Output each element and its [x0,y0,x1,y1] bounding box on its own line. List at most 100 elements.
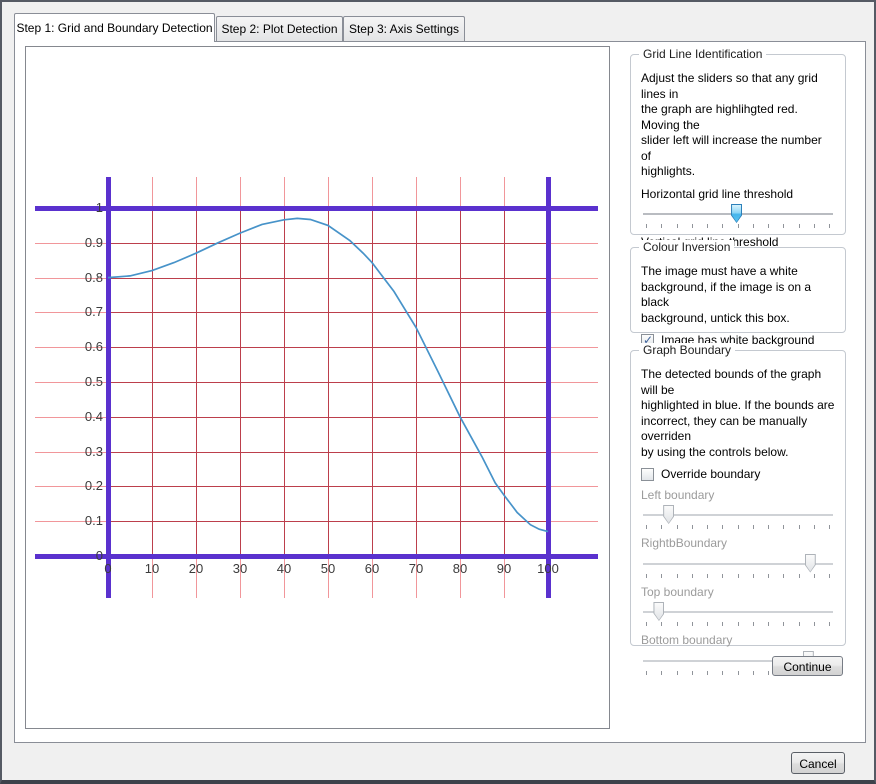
group-title: Colour Inversion [639,240,734,254]
x-axis-tick-label: 70 [399,561,433,576]
slider-tick [646,671,647,675]
slider-tick [661,671,662,675]
plot-curve [26,47,610,729]
y-axis-tick-label: 0.5 [63,374,103,389]
slider-tick [722,574,723,578]
slider-tick [738,525,739,529]
cancel-button[interactable]: Cancel [791,752,845,774]
slider-tick [738,671,739,675]
slider-thumb-face [806,555,815,572]
y-axis-tick-label: 0.3 [63,444,103,459]
slider-track [641,505,835,525]
detected-boundary-horizontal [35,554,598,559]
slider-tick [829,525,830,529]
slider-tick [692,574,693,578]
group-graph-boundary: Graph Boundary The detected bounds of th… [630,350,846,646]
y-axis-tick-label: 0.7 [63,304,103,319]
slider-thumb-face [664,506,673,523]
slider-tick [829,622,830,626]
slider-rightbboundary: RightbBoundary [641,536,835,580]
group-colour-inversion: Colour Inversion The image must have a w… [630,247,846,333]
x-axis-tick-label: 10 [135,561,169,576]
slider-tick [753,574,754,578]
detected-boundary-vertical [546,177,551,598]
graph-boundary-description: The detected bounds of the graph will be… [641,367,835,460]
slider-tick [799,525,800,529]
tab-step-3[interactable]: Step 3: Axis Settings [343,16,465,42]
y-axis-tick-label: 0.8 [63,270,103,285]
slider-tick [692,525,693,529]
detected-boundary-vertical [106,177,111,598]
slider-tick [722,622,723,626]
slider-tick [661,574,662,578]
slider-tick [783,224,784,228]
slider-tick [738,622,739,626]
y-axis-tick-label: 0.1 [63,513,103,528]
slider-ticks [641,574,835,580]
group-title: Graph Boundary [639,343,735,357]
slider-track-line [643,611,833,614]
slider-tick [646,525,647,529]
slider-tick [692,224,693,228]
y-axis-tick-label: 0.4 [63,409,103,424]
slider-tick [722,224,723,228]
slider-tick [722,671,723,675]
horizontal-grid-line-highlight [108,278,548,279]
slider-tick [829,574,830,578]
slider-tick [799,574,800,578]
x-axis-tick-label: 20 [179,561,213,576]
group-grid-line-identification: Grid Line Identification Adjust the slid… [630,54,846,235]
slider-ticks [641,622,835,628]
tab-step-2[interactable]: Step 2: Plot Detection [216,16,343,42]
slider-track[interactable] [641,204,835,224]
slider-tick [814,525,815,529]
slider-tick [783,574,784,578]
slider-tick [768,671,769,675]
slider-tick [677,574,678,578]
slider-tick [677,622,678,626]
override-boundary-checkbox[interactable] [641,468,654,481]
slider-tick [753,224,754,228]
slider-tick [677,671,678,675]
slider-tick [768,525,769,529]
slider-tick [768,574,769,578]
horizontal-grid-line-highlight [108,417,548,418]
slider-tick [707,224,708,228]
horizontal-grid-line-highlight [108,347,548,348]
slider-tick [707,525,708,529]
slider-tick [738,574,739,578]
colour-inversion-description: The image must have a white background, … [641,264,835,326]
x-axis-tick-label: 60 [355,561,389,576]
slider-tick [692,622,693,626]
slider-tick [677,224,678,228]
slider-label: Left boundary [641,488,835,504]
slider-tick [799,224,800,228]
slider-thumb[interactable] [731,204,742,223]
slider-track [641,602,835,622]
slider-label: RightbBoundary [641,536,835,552]
slider-tick [661,525,662,529]
slider-horizontal-grid-line-threshold: Horizontal grid line threshold [641,187,835,231]
override-boundary-checkbox-row[interactable]: Override boundary [641,467,835,483]
detected-boundary-horizontal [35,206,598,211]
slider-tick [707,574,708,578]
slider-label: Horizontal grid line threshold [641,187,835,203]
slider-label: Bottom boundary [641,633,835,649]
slider-tick [692,671,693,675]
slider-tick [783,525,784,529]
horizontal-grid-line-highlight [108,452,548,453]
slider-tick [661,622,662,626]
tab-step-1[interactable]: Step 1: Grid and Boundary Detection [14,13,215,42]
slider-tick [661,224,662,228]
slider-tick [829,224,830,228]
horizontal-grid-line-highlight [108,312,548,313]
slider-tick [646,574,647,578]
slider-tick [646,224,647,228]
wizard-window: Step 1: Grid and Boundary DetectionStep … [0,0,876,784]
continue-button[interactable]: Continue [772,656,843,676]
slider-tick [753,525,754,529]
y-axis-tick-label: 0.9 [63,235,103,250]
slider-ticks [641,224,835,230]
slider-tick [814,622,815,626]
x-axis-tick-label: 50 [311,561,345,576]
